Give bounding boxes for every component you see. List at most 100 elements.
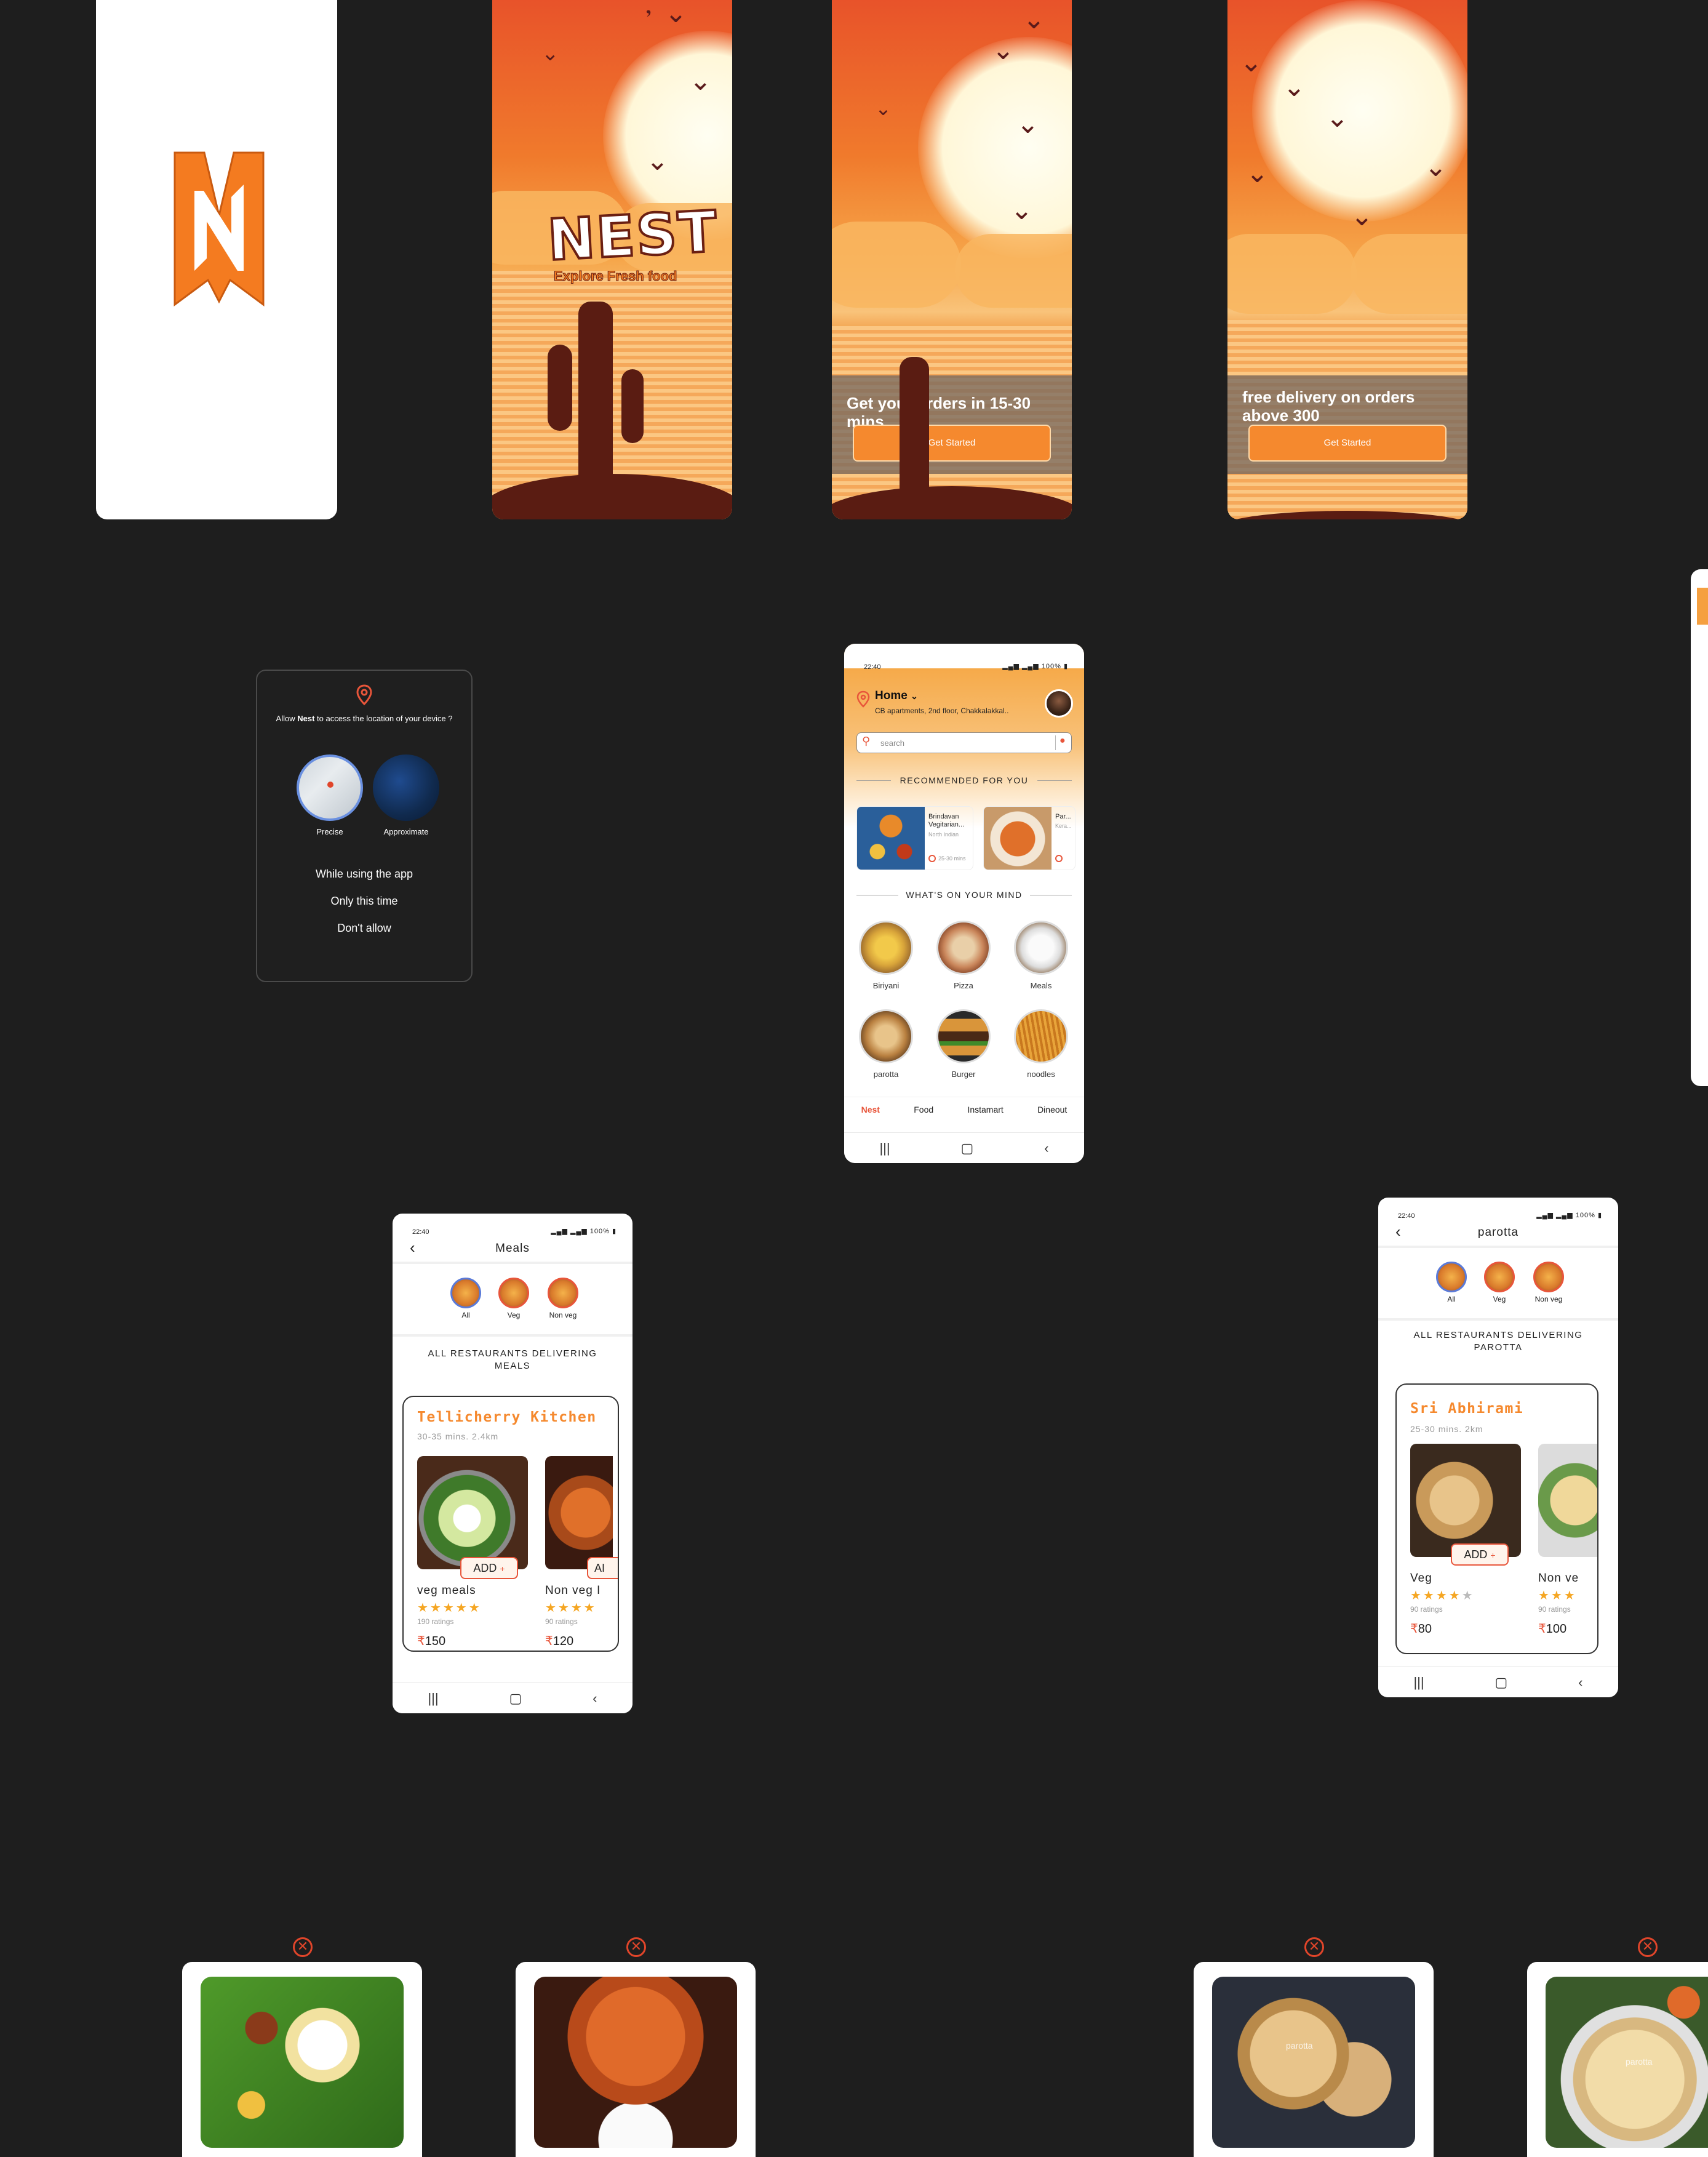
category-noodles[interactable]: noodles [1012, 1009, 1071, 1079]
recommended-card[interactable]: Brindavan Vegitarian... North Indian 25-… [856, 806, 973, 870]
home-nav-icon[interactable]: ▢ [509, 1691, 522, 1707]
restaurant-card[interactable]: Tellicherry Kitchen 30-35 mins. 2.4km AD… [402, 1396, 619, 1652]
food-preview-card[interactable] [182, 1962, 422, 2157]
filter-veg[interactable]: Veg [1478, 1262, 1521, 1303]
cactus-arm [548, 345, 572, 431]
food-preview-card[interactable] [516, 1962, 756, 2157]
back-icon[interactable]: ‹ [1578, 1675, 1582, 1691]
food-preview-card[interactable]: parotta [1194, 1962, 1434, 2157]
veg-meals-image [417, 1456, 528, 1569]
tagline: Explore Fresh food [553, 268, 677, 284]
get-started-button[interactable]: Get Started [1248, 425, 1447, 462]
get-started-button[interactable]: Get Started [853, 425, 1051, 462]
search-bar[interactable]: ⚲ search ● [856, 732, 1072, 753]
divider [1378, 1246, 1618, 1248]
home-nav-icon[interactable]: ▢ [1495, 1675, 1508, 1691]
filter-non-veg[interactable]: Non veg [1527, 1262, 1570, 1303]
category-parotta[interactable]: parotta [856, 1009, 916, 1079]
close-icon[interactable]: ✕ [293, 1937, 313, 1957]
prompt-app-name: Nest [297, 714, 315, 723]
offscreen-frame-header [1697, 588, 1708, 625]
close-icon[interactable]: ✕ [1638, 1937, 1658, 1957]
item-ratings: 90 ratings [1410, 1605, 1443, 1614]
tab-dineout[interactable]: Dineout [1037, 1105, 1067, 1115]
non-veg-parotta-image [1538, 1444, 1597, 1557]
restaurant-card[interactable]: Sri Abhirami 25-30 mins. 2km ADD + Veg ★… [1395, 1383, 1598, 1654]
status-time: 22:40 [864, 663, 881, 671]
search-input[interactable]: search [880, 738, 904, 748]
location-permission-dialog: Allow Nest to access the location of you… [256, 670, 473, 982]
bird-icon: ⌄ [875, 97, 892, 120]
food-preview-card[interactable]: parotta [1527, 1962, 1708, 2157]
filter-all[interactable]: All [1430, 1262, 1473, 1303]
rec-name: Brindavan Vegitarian... [928, 813, 965, 828]
add-button-partial[interactable]: AI [587, 1557, 618, 1579]
back-icon[interactable]: ‹ [1044, 1140, 1048, 1156]
clock-icon [1055, 855, 1063, 862]
add-button[interactable]: ADD + [1451, 1543, 1509, 1566]
section-title: ALL RESTAURANTS DELIVERING PAROTTA [1413, 1330, 1583, 1353]
chevron-down-icon: ⌄ [911, 691, 918, 701]
location-pin-icon [856, 690, 870, 708]
option-dont-allow[interactable]: Don't allow [257, 922, 471, 935]
close-icon[interactable]: ✕ [1304, 1937, 1324, 1957]
category-pizza[interactable]: Pizza [934, 921, 993, 990]
bird-icon: ⌄ [1283, 71, 1306, 103]
tab-food[interactable]: Food [914, 1105, 933, 1115]
star-rating: ★★★★★ [1410, 1589, 1475, 1603]
option-only-this-time[interactable]: Only this time [257, 895, 471, 908]
recommended-card[interactable]: Par... Kera... [983, 806, 1075, 870]
bird-icon: ⌄ [1240, 47, 1263, 78]
avatar[interactable] [1045, 689, 1073, 718]
back-icon[interactable]: ‹ [593, 1691, 597, 1707]
android-nav-bar: ||| ▢ ‹ [844, 1132, 1084, 1163]
precise-map-option[interactable] [297, 754, 363, 821]
approximate-map-option[interactable] [373, 754, 439, 821]
bird-icon: ⌄ [1424, 151, 1447, 183]
close-icon[interactable]: ✕ [626, 1937, 646, 1957]
battery-text: 100% [1575, 1212, 1595, 1219]
star-rating: ★★★★ [545, 1601, 597, 1615]
filter-all[interactable]: All [444, 1278, 487, 1319]
home-nav-icon[interactable]: ▢ [961, 1140, 974, 1156]
onboarding-slide-3: ⌄ ⌄ ⌄ ⌄ ⌄ ⌄ free delivery on orders abov… [1227, 0, 1467, 519]
rec-time: 25-30 mins [938, 855, 966, 862]
item-ratings: 90 ratings [545, 1617, 578, 1626]
search-icon: ⚲ [862, 735, 871, 748]
bird-icon: 𝄒 [646, 10, 652, 41]
restaurant-name: Tellicherry Kitchen [417, 1409, 597, 1425]
map-pin-icon [327, 782, 333, 788]
android-nav-bar: ||| ▢ ‹ [1378, 1667, 1618, 1697]
category-biriyani[interactable]: Biriyani [856, 921, 916, 990]
filter-veg[interactable]: Veg [492, 1278, 535, 1319]
recents-icon[interactable]: ||| [879, 1140, 890, 1156]
location-selector[interactable]: Home ⌄ [875, 689, 918, 703]
mic-icon[interactable]: ● [1055, 735, 1066, 750]
status-bar: 22:40 ▂▄▆ ▂▄▆ 100% ▮ [844, 657, 1084, 676]
status-right: ▂▄▆ ▂▄▆ 100% ▮ [1002, 663, 1068, 670]
sun [1252, 0, 1467, 222]
status-time: 22:40 [1398, 1212, 1415, 1220]
nest-title: NEST [545, 198, 720, 274]
cloud [955, 234, 1072, 308]
bird-icon: ⌄ [689, 65, 712, 97]
star-rating: ★★★★★ [417, 1601, 482, 1615]
add-button[interactable]: ADD + [460, 1557, 518, 1579]
bird-icon: ⌄ [1016, 108, 1039, 140]
approximate-label: Approximate [383, 827, 429, 836]
item-price: ₹120 [545, 1635, 574, 1648]
chicken-dish-image [984, 807, 1052, 870]
battery-text: 100% [1041, 663, 1061, 670]
filter-non-veg[interactable]: Non veg [541, 1278, 585, 1319]
option-while-using[interactable]: While using the app [257, 868, 471, 881]
image-label: parotta [1626, 2057, 1653, 2067]
category-meals[interactable]: Meals [1012, 921, 1071, 990]
recents-icon[interactable]: ||| [428, 1691, 438, 1707]
tab-instamart[interactable]: Instamart [967, 1105, 1003, 1115]
item-name: Non ve [1538, 1572, 1579, 1585]
image-label: parotta [1286, 2041, 1313, 2051]
recents-icon[interactable]: ||| [1413, 1675, 1424, 1691]
star-rating: ★★★ [1538, 1589, 1577, 1603]
tab-nest[interactable]: Nest [861, 1105, 880, 1115]
category-burger[interactable]: Burger [934, 1009, 993, 1079]
